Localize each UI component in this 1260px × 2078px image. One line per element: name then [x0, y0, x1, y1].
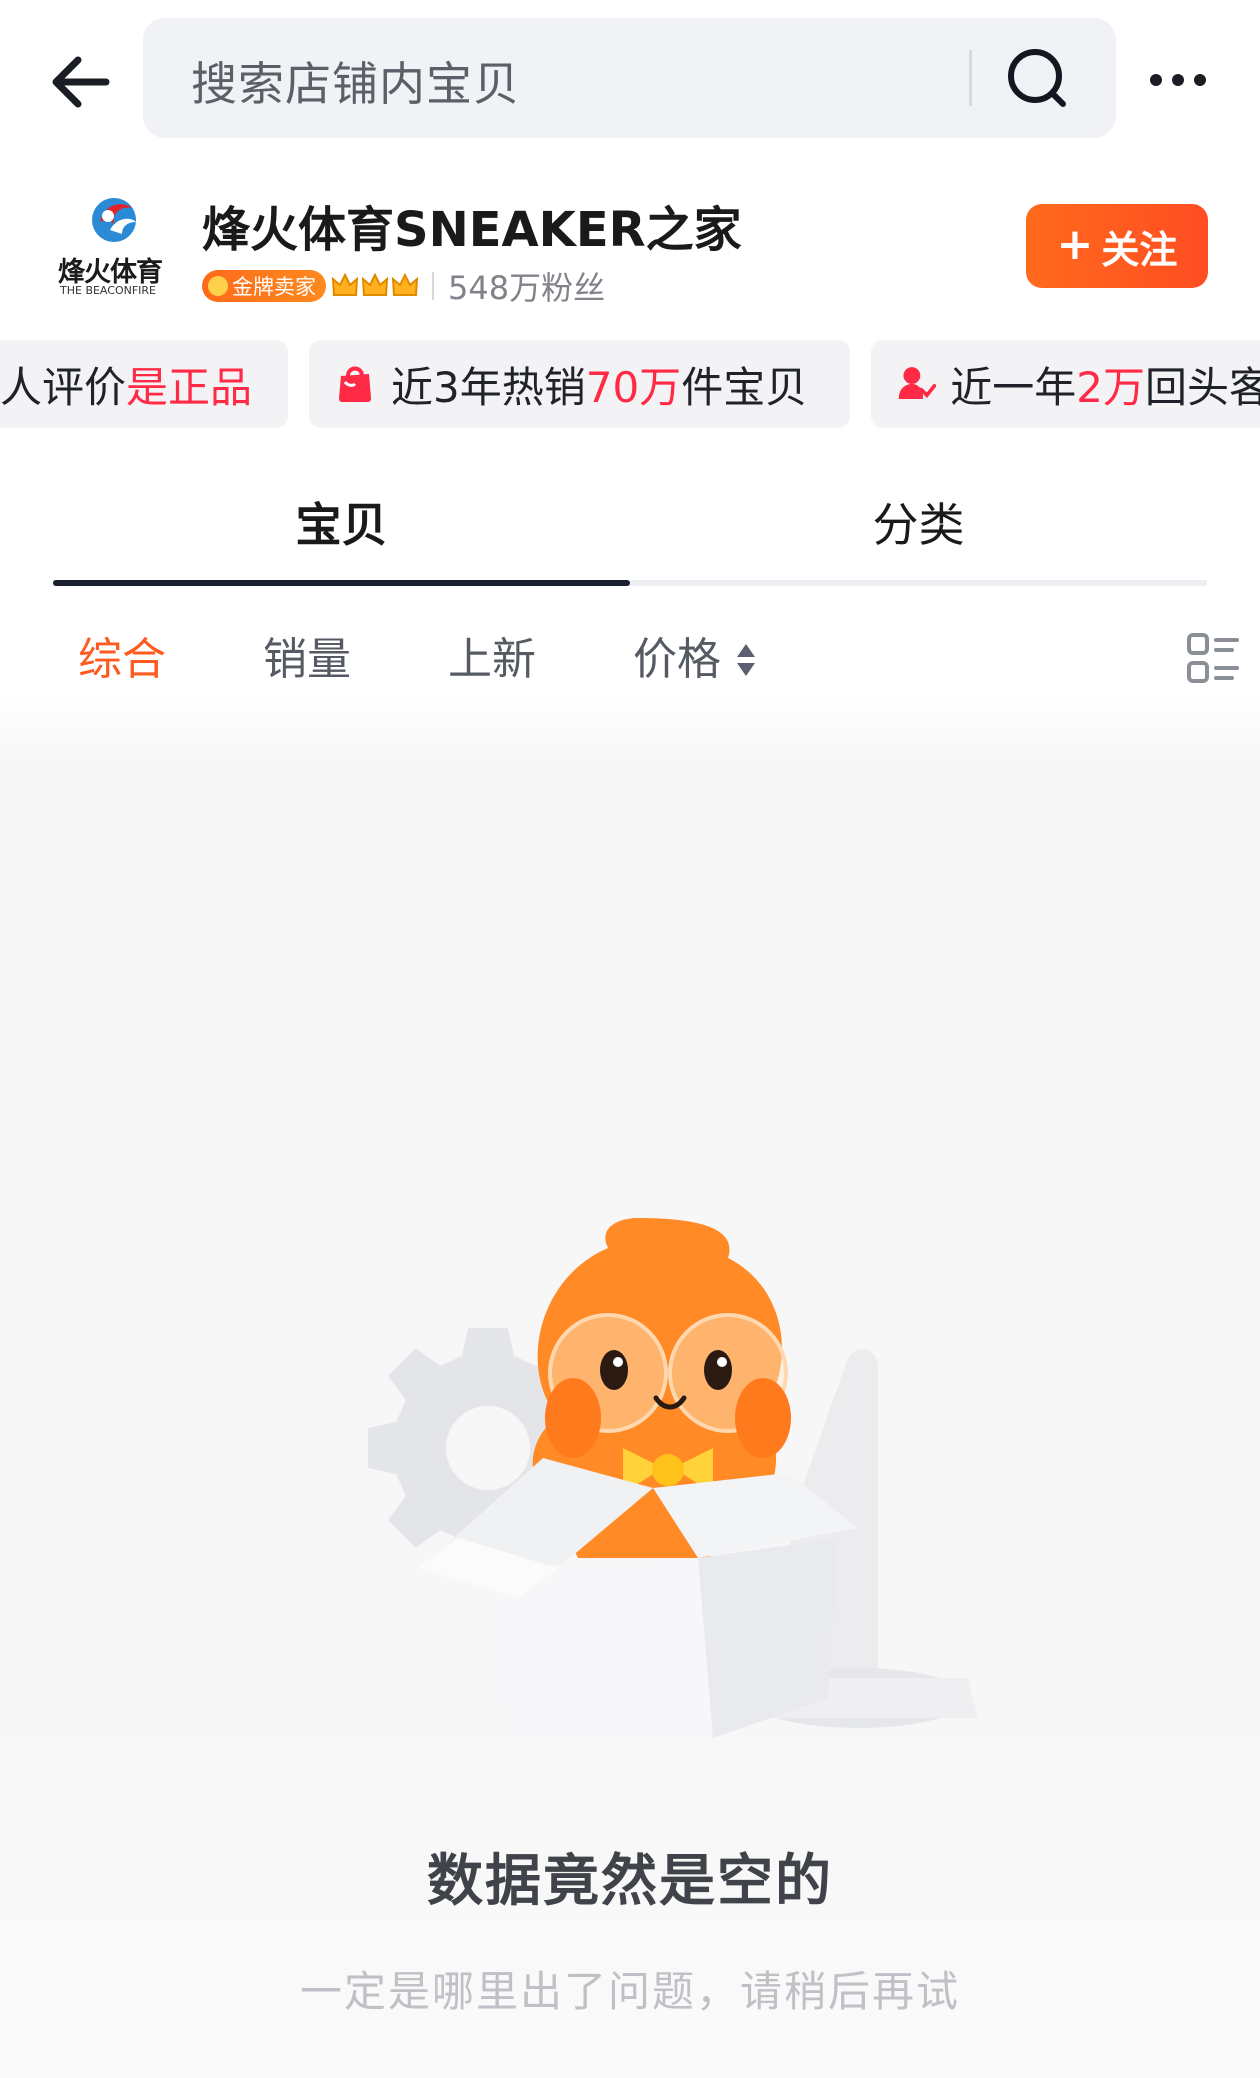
highlight-item[interactable]: 近3年热销 70万 件宝贝 [309, 340, 850, 428]
sort-sales[interactable]: 销量 [263, 620, 351, 700]
highlight-accent: 是正品 [126, 362, 253, 412]
top-bar: 搜索店铺内宝贝 [0, 0, 1260, 160]
sort-arrows-icon[interactable] [735, 640, 757, 680]
content-tabs: 宝贝 分类 [53, 480, 1207, 590]
flame-logo-icon [92, 198, 136, 242]
search-divider [969, 50, 972, 106]
shop-page: 搜索店铺内宝贝 烽火体育 THE BEACONFIRE 烽火体育SNEAKER之… [0, 0, 1260, 2078]
shop-name[interactable]: 烽火体育SNEAKER之家 [202, 190, 742, 260]
shop-badges: 金牌卖家 548万粉丝 [202, 268, 605, 307]
gold-seller-badge: 金牌卖家 [202, 270, 326, 302]
fans-divider [432, 272, 434, 300]
repeat-customer-icon [898, 367, 937, 399]
tab-active-indicator [53, 580, 630, 586]
search-icon[interactable] [1003, 44, 1073, 114]
medal-icon [208, 276, 228, 296]
logo-subtext: THE BEACONFIRE [60, 284, 156, 297]
sort-comprehensive[interactable]: 综合 [78, 620, 166, 700]
highlight-item[interactable]: 近一年 2万 回头客 [871, 340, 1260, 428]
follow-label: 关注 [1101, 227, 1178, 272]
follow-button[interactable]: + 关注 [1026, 204, 1208, 288]
highlight-text: 近一年 [950, 362, 1077, 412]
sort-bar: 综合 销量 上新 价格 [0, 620, 1260, 700]
crown-icon [361, 272, 389, 296]
plus-icon: + [1056, 218, 1094, 270]
search-placeholder: 搜索店铺内宝贝 [191, 57, 520, 111]
shop-highlights: 人评价 是正品 近3年热销 70万 件宝贝 近一年 2万 回头客 [0, 340, 1260, 428]
highlight-item[interactable]: 人评价 是正品 [0, 340, 288, 428]
gold-seller-label: 金牌卖家 [232, 275, 316, 299]
tab-items[interactable]: 宝贝 [53, 480, 630, 580]
crown-icon [331, 272, 359, 296]
empty-state-illustration [368, 1218, 978, 1738]
back-button[interactable] [44, 42, 124, 122]
highlight-suffix: 回头客 [1144, 362, 1260, 412]
empty-state-title: 数据竟然是空的 [427, 1849, 833, 1914]
fans-count: 548万粉丝 [448, 269, 606, 307]
highlight-accent: 70万 [585, 362, 682, 412]
crown-rating [330, 271, 420, 301]
back-arrow-icon [52, 56, 110, 108]
grid-list-toggle-icon[interactable] [1186, 632, 1240, 686]
more-icon [1150, 74, 1206, 86]
shopping-bag-icon [339, 366, 371, 402]
empty-state-subtitle: 一定是哪里出了问题，请稍后再试 [299, 1967, 960, 2016]
tab-categories[interactable]: 分类 [630, 480, 1207, 580]
sort-price[interactable]: 价格 [633, 620, 721, 700]
sort-new[interactable]: 上新 [448, 620, 536, 700]
highlight-text: 近3年热销 [391, 362, 586, 412]
crown-icon [391, 272, 419, 296]
shop-logo[interactable]: 烽火体育 THE BEACONFIRE [52, 190, 176, 302]
more-button[interactable] [1140, 52, 1220, 108]
search-input[interactable]: 搜索店铺内宝贝 [143, 18, 1116, 138]
highlight-suffix: 件宝贝 [681, 362, 808, 412]
highlight-text: 人评价 [0, 362, 127, 412]
highlight-accent: 2万 [1076, 362, 1145, 412]
